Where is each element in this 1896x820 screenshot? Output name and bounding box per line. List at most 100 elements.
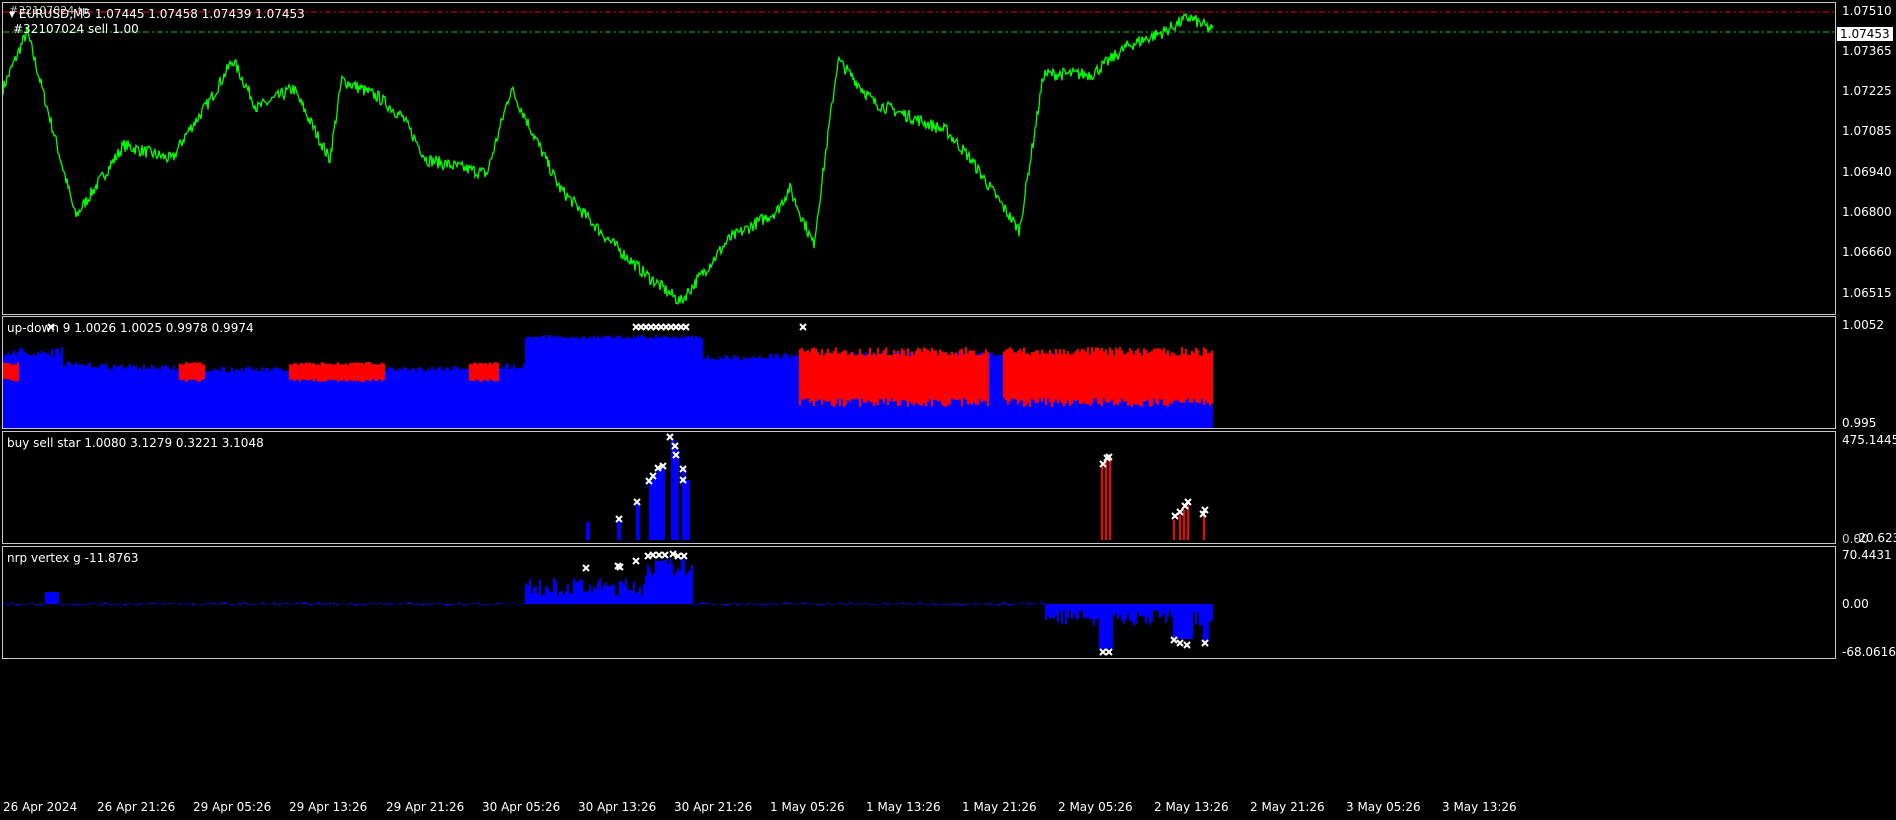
negative-bar [1083,604,1085,619]
positive-bar [567,583,569,604]
up-bar [615,337,617,428]
up-bar [85,366,87,428]
up-bar [599,337,601,428]
up-bar [437,367,439,428]
positive-bar [223,602,225,604]
buy-bar [688,480,689,540]
up-bar [433,369,435,428]
collapse-triangle-icon[interactable]: ▾ [9,7,15,21]
up-bar [53,356,55,428]
up-bar [249,366,251,428]
down-bar [809,352,811,403]
up-bar [685,336,687,428]
up-bar [143,364,145,428]
negative-bar [125,604,127,606]
down-bar [1109,347,1111,402]
up-bar [791,354,793,428]
up-bar [595,338,597,428]
up-bar [67,361,69,428]
negative-bar [387,604,389,605]
negative-bar [41,604,43,606]
buy-bar [676,450,677,540]
negative-bar [193,604,195,605]
down-bar [1107,354,1109,403]
positive-bar [221,602,223,604]
up-bar [715,359,717,428]
negative-bar [1209,604,1211,622]
down-bar [305,362,307,380]
down-bar [1017,350,1019,405]
positive-bar [909,603,911,604]
positive-bar [303,602,305,604]
down-bar [927,349,929,402]
down-bar [359,362,361,382]
down-bar [1071,354,1073,405]
up-bar [427,368,429,428]
up-bar [755,358,757,428]
nrp-pane[interactable]: nrp vertex g -11.8763 [2,546,1836,659]
up-bar [527,336,529,428]
down-bar [1161,350,1163,400]
up-bar [395,370,397,428]
positive-bar [691,564,693,604]
up-bar [231,367,233,428]
buysell-scale: 475.1445 0.00 -20.6236 [1836,431,1896,546]
buy-bar [655,475,656,540]
negative-bar [1151,604,1153,622]
up-bar [771,354,773,428]
down-bar [1047,353,1049,399]
up-bar [73,365,75,428]
negative-bar [163,604,165,606]
positive-bar [811,603,813,604]
up-bar [545,338,547,428]
up-bar [335,372,337,428]
up-bar [163,366,165,428]
positive-bar [613,584,615,604]
up-bar [587,338,589,428]
positive-bar [921,603,923,604]
down-bar [369,362,371,382]
down-bar [1103,351,1105,399]
up-bar [797,356,799,428]
up-bar [539,336,541,428]
up-bar [763,357,765,428]
down-bar [381,362,383,382]
main-price-pane[interactable]: #32107024 tp ▾ EURUSD,M5 1.07445 1.07458… [2,2,1836,315]
up-bar [233,372,235,428]
updown-pane[interactable]: up-down 9 1.0026 1.0025 0.9978 0.9974 [2,316,1836,429]
negative-bar [101,604,103,606]
up-bar [705,359,707,428]
up-bar [133,365,135,428]
updown-histogram [3,323,1213,428]
positive-bar [849,602,851,604]
negative-bar [347,604,349,606]
negative-bar [309,604,311,606]
negative-bar [1167,604,1169,617]
positive-bar [553,578,555,604]
negative-bar [415,604,417,606]
down-bar [915,350,917,403]
down-bar [1079,352,1081,404]
negative-bar [1183,604,1185,639]
down-bar [967,353,969,405]
up-bar [105,363,107,428]
positive-bar [431,603,433,604]
up-bar [515,368,517,428]
down-bar [7,363,9,380]
positive-bar [241,603,243,604]
up-bar [111,369,113,428]
down-bar [3,362,5,380]
positive-bar [705,603,707,604]
up-bar [261,367,263,428]
up-bar [721,358,723,428]
positive-bar [653,573,655,604]
positive-bar [607,586,609,604]
up-bar [753,356,755,428]
up-bar [141,369,143,428]
buysell-pane[interactable]: buy sell star 1.0080 3.1279 0.3221 3.104… [2,431,1836,544]
negative-bar [77,604,79,606]
up-bar [633,336,635,428]
positive-bar [529,579,531,604]
negative-bar [1119,604,1121,616]
down-bar [1133,354,1135,405]
